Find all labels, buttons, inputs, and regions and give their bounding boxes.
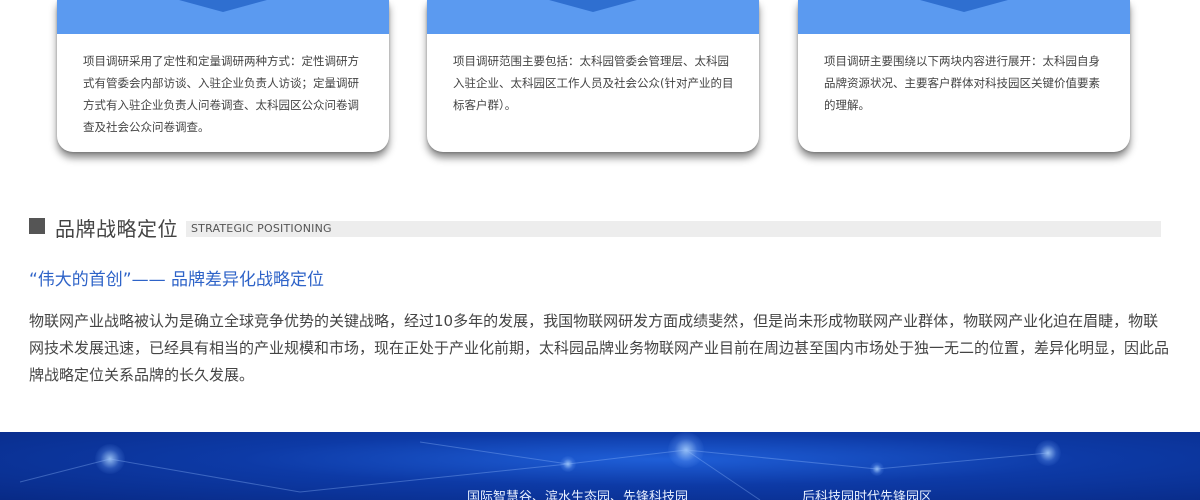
card-text: 项目调研主要围绕以下两块内容进行展开：太科园自身品牌资源状况、主要客户群体对科技… bbox=[824, 54, 1100, 112]
card-text: 项目调研范围主要包括：太科园管委会管理层、太科园入驻企业、太科园区工作人员及社会… bbox=[453, 54, 734, 112]
section-title-bar bbox=[186, 221, 1161, 237]
positioning-paragraph: 物联网产业战略被认为是确立全球竞争优势的关键战略，经过10多年的发展，我国物联网… bbox=[29, 312, 1170, 384]
footer-slogan-1: 国际智慧谷、滨水生态园、先锋科技园 bbox=[467, 490, 689, 500]
research-content-card: 项目调研主要围绕以下两块内容进行展开：太科园自身品牌资源状况、主要客户群体对科技… bbox=[798, 0, 1130, 152]
research-method-card: 项目调研采用了定性和定量调研两种方式：定性调研方式有管委会内部访谈、入驻企业负责… bbox=[57, 0, 389, 152]
section-title: 品牌战略定位 bbox=[55, 217, 178, 241]
footer-slogan-2: 后科技园时代先锋园区 bbox=[802, 490, 933, 500]
research-scope-card: 项目调研范围主要包括：太科园管委会管理层、太科园入驻企业、太科园区工作人员及社会… bbox=[427, 0, 759, 152]
footer-banner: 国际智慧谷、滨水生态园、先锋科技园 后科技园时代先锋园区 bbox=[0, 432, 1200, 500]
card-header-arrow bbox=[549, 0, 637, 12]
section-title-english: STRATEGIC POSITIONING bbox=[191, 222, 332, 235]
card-header-arrow bbox=[920, 0, 1008, 12]
card-text: 项目调研采用了定性和定量调研两种方式：定性调研方式有管委会内部访谈、入驻企业负责… bbox=[83, 54, 359, 134]
section-square-icon bbox=[29, 218, 45, 234]
positioning-subheading: “伟大的首创”—— 品牌差异化战略定位 bbox=[29, 270, 325, 290]
card-header-arrow bbox=[179, 0, 267, 12]
